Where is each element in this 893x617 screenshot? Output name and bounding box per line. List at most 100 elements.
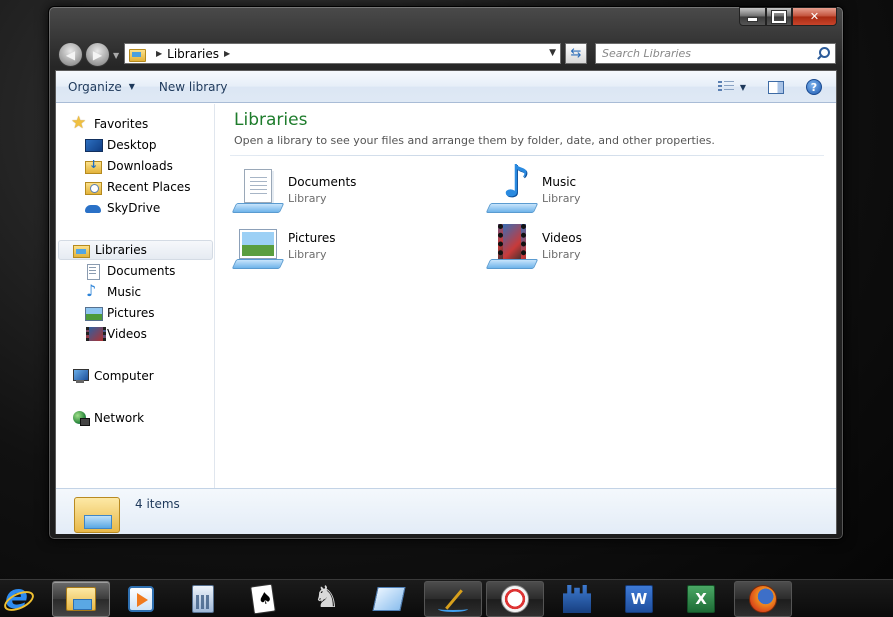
new-library-button[interactable]: New library <box>147 76 240 98</box>
taskbar: W X <box>0 577 893 617</box>
page-title: Libraries <box>234 110 308 130</box>
address-dropdown-icon[interactable]: ▼ <box>549 48 556 58</box>
taskbar-castle-app[interactable] <box>548 581 606 617</box>
nav-recent-places[interactable]: Recent Places <box>85 177 190 197</box>
command-bar-right: ▼ ? <box>717 71 836 103</box>
network-icon <box>72 410 90 426</box>
calculator-icon <box>192 585 214 613</box>
refresh-button[interactable]: ⇆ <box>565 43 587 64</box>
change-view-icon[interactable] <box>717 80 734 94</box>
nav-pictures-label: Pictures <box>107 306 155 320</box>
breadcrumb-libraries[interactable]: Libraries <box>167 47 219 61</box>
tile-name: Music <box>542 175 577 189</box>
tile-type: Library <box>542 248 581 261</box>
item-count: 4 items <box>135 497 180 511</box>
maximize-button[interactable] <box>766 7 792 26</box>
music-library-icon <box>85 281 101 300</box>
nav-downloads-label: Downloads <box>107 159 173 173</box>
nav-downloads[interactable]: Downloads <box>85 156 173 176</box>
explorer-client-area: Organize ▼ New library ▼ ? Favorites Des… <box>55 70 837 534</box>
nav-music[interactable]: Music <box>85 281 142 302</box>
breadcrumb-chevron-icon[interactable]: ▶ <box>224 49 230 58</box>
nav-documents-label: Documents <box>107 264 176 278</box>
internet-explorer-icon <box>3 577 31 617</box>
library-tile-documents[interactable]: Documents Library <box>231 168 357 216</box>
taskbar-snipping-tool[interactable] <box>486 581 544 617</box>
nav-favorites[interactable]: Favorites <box>71 113 149 134</box>
taskbar-chess[interactable] <box>296 580 354 617</box>
nav-pictures[interactable]: Pictures <box>85 303 155 323</box>
organize-button[interactable]: Organize ▼ <box>56 76 147 98</box>
solitaire-icon <box>250 583 276 615</box>
library-tile-videos[interactable]: Videos Library <box>485 224 582 272</box>
nav-videos-label: Videos <box>107 327 147 341</box>
tile-type: Library <box>288 192 327 205</box>
taskbar-windows-explorer[interactable] <box>52 581 110 617</box>
word-icon: W <box>625 585 653 613</box>
nav-libraries[interactable]: Libraries <box>58 240 213 260</box>
details-pane: 4 items <box>56 488 836 534</box>
nav-network[interactable]: Network <box>72 408 144 428</box>
nav-documents[interactable]: Documents <box>85 261 175 281</box>
libraries-folder-icon <box>73 242 90 258</box>
windows-explorer-icon <box>66 587 96 611</box>
nav-desktop[interactable]: Desktop <box>85 135 157 155</box>
taskbar-word[interactable]: W <box>610 581 668 617</box>
computer-icon <box>72 368 89 384</box>
address-bar[interactable]: ▶ Libraries ▶ ▼ <box>124 43 561 64</box>
forward-button[interactable]: ▶ <box>85 42 110 67</box>
taskbar-media-player[interactable] <box>112 581 170 617</box>
videos-library-icon <box>485 224 539 272</box>
taskbar-solitaire[interactable] <box>234 581 292 617</box>
nav-libraries-label: Libraries <box>95 243 147 257</box>
library-tile-music[interactable]: ♪ Music Library <box>485 160 580 216</box>
preview-pane-icon[interactable] <box>768 80 784 94</box>
castle-app-icon <box>563 585 591 613</box>
nav-skydrive-label: SkyDrive <box>107 201 161 215</box>
taskbar-firefox[interactable] <box>734 581 792 617</box>
documents-library-icon <box>231 168 285 216</box>
arrow-left-icon: ◀ <box>65 47 76 62</box>
search-icon[interactable] <box>816 47 830 61</box>
close-button[interactable]: ✕ <box>792 7 837 26</box>
nav-favorites-label: Favorites <box>94 117 149 131</box>
library-tile-pictures[interactable]: Pictures Library <box>231 224 336 272</box>
music-library-icon: ♪ <box>485 160 539 216</box>
tile-name: Pictures <box>288 231 336 245</box>
view-options-dropdown-icon[interactable]: ▼ <box>740 83 746 92</box>
taskbar-sticky-notes[interactable] <box>360 581 418 617</box>
nav-skydrive[interactable]: SkyDrive <box>85 198 160 218</box>
tile-name: Documents <box>288 175 357 189</box>
recent-places-icon <box>85 179 102 195</box>
breadcrumb-chevron-icon[interactable]: ▶ <box>156 49 162 58</box>
tile-type: Library <box>288 248 327 261</box>
organize-label: Organize <box>68 79 122 94</box>
caption-buttons: ✕ <box>739 7 837 26</box>
recent-pages-dropdown[interactable]: ▼ <box>113 51 119 60</box>
taskbar-pen-app[interactable] <box>424 581 482 617</box>
new-library-label: New library <box>158 79 228 94</box>
refresh-icon: ⇆ <box>570 46 582 61</box>
favorites-star-icon <box>71 113 88 133</box>
help-icon[interactable]: ? <box>806 79 822 95</box>
libraries-folder-icon <box>74 491 120 533</box>
tile-name: Videos <box>542 231 582 245</box>
nav-computer[interactable]: Computer <box>72 366 154 386</box>
videos-library-icon <box>85 326 106 342</box>
nav-videos[interactable]: Videos <box>85 324 147 344</box>
back-button[interactable]: ◀ <box>58 42 83 67</box>
explorer-window: ✕ ◀ ▶ ▼ ▶ Libraries ▶ ▼ ⇆ Organize ▼ New… <box>48 6 844 540</box>
minimize-button[interactable] <box>739 7 766 26</box>
pen-app-icon <box>438 584 468 614</box>
libraries-folder-icon <box>129 47 146 62</box>
nav-music-label: Music <box>107 285 142 299</box>
libraries-content: Libraries Open a library to see your fil… <box>216 104 836 488</box>
taskbar-calculator[interactable] <box>174 581 232 617</box>
search-box[interactable] <box>595 43 836 64</box>
downloads-folder-icon <box>85 158 102 174</box>
taskbar-internet-explorer[interactable] <box>0 577 46 617</box>
search-input[interactable] <box>602 47 802 60</box>
desktop-icon <box>85 137 103 153</box>
taskbar-excel[interactable]: X <box>672 581 730 617</box>
excel-icon: X <box>687 585 715 613</box>
